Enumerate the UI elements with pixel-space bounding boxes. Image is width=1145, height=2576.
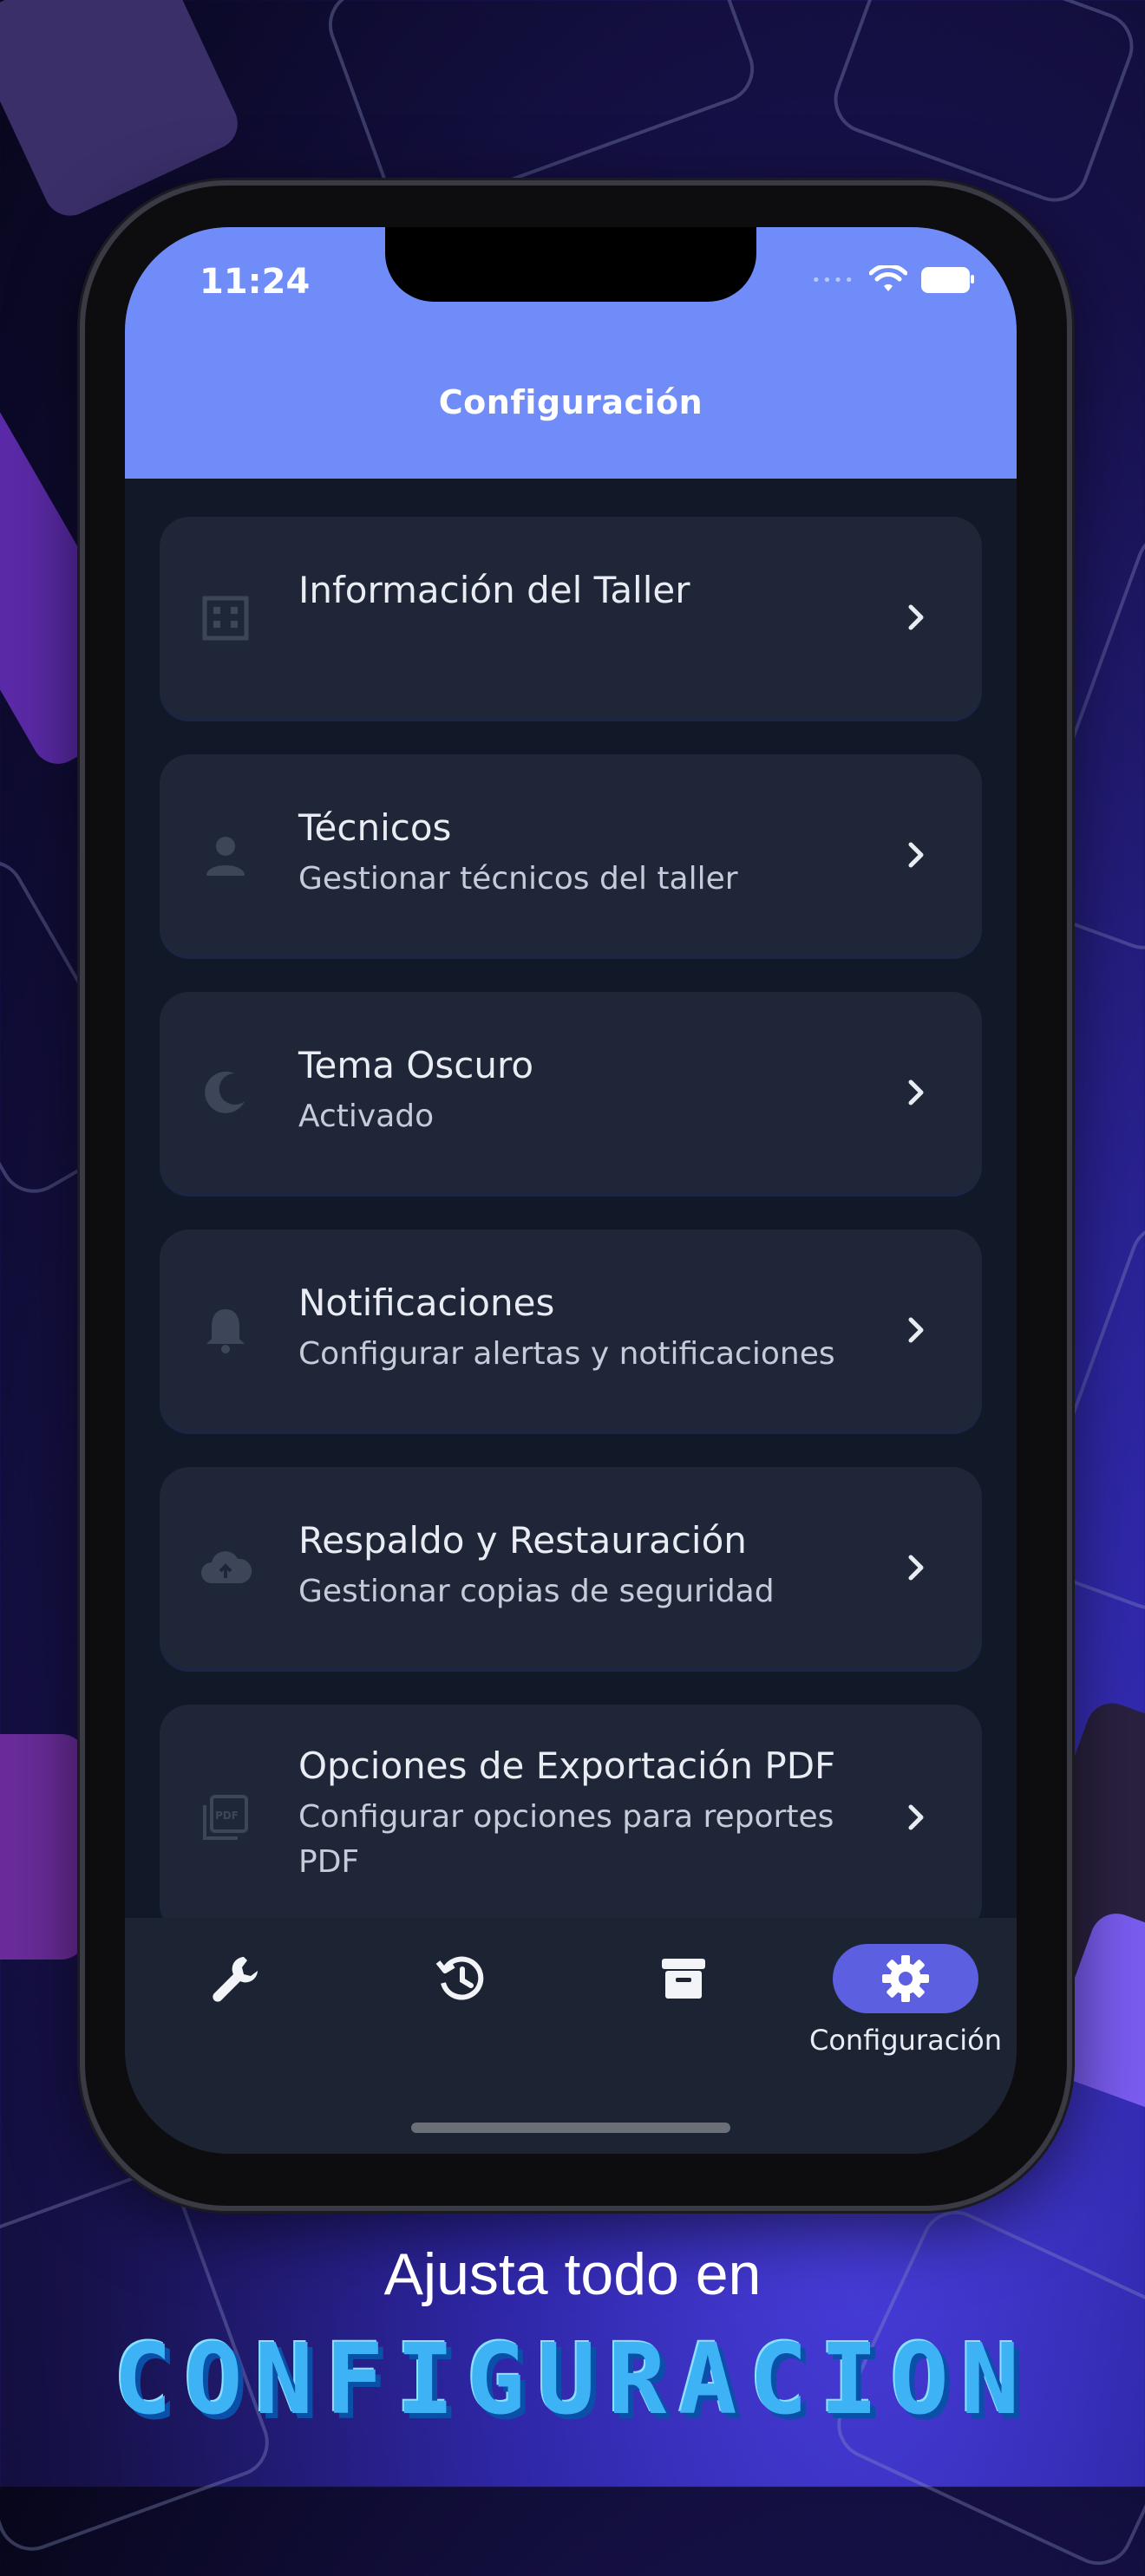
home-indicator[interactable]: [411, 2123, 730, 2133]
settings-item-label: Técnicos: [298, 806, 452, 849]
settings-item-subtitle: Configurar opciones para reportes PDF: [298, 1799, 834, 1880]
chevron-right-icon: [908, 1317, 924, 1343]
bell-icon: [198, 1302, 253, 1358]
status-time: 11:24: [200, 262, 311, 302]
battery-icon: [921, 267, 974, 293]
nav-selected-indicator: [833, 1944, 978, 2013]
settings-item-subtitle: Activado: [298, 1099, 435, 1134]
chevron-right-icon: [908, 604, 924, 630]
settings-item-notifications[interactable]: Notificaciones Configurar alertas y noti…: [160, 1229, 982, 1431]
phone-notch: [385, 227, 756, 302]
chevron-right-icon: [908, 1804, 924, 1830]
history-icon: [425, 1944, 494, 2013]
settings-item-label: Información del Taller: [298, 569, 690, 611]
bottom-navigation: Configuración: [125, 1918, 1017, 2154]
wrench-icon: [201, 1944, 271, 2013]
moon-icon: [198, 1065, 253, 1120]
promo-headline: CONFIGURACION: [113, 2324, 1032, 2436]
gear-icon: [882, 1955, 929, 2002]
settings-item-pdf-export[interactable]: PDF Opciones de Exportación PDF Configur…: [160, 1705, 982, 1930]
settings-item-label: Notificaciones: [298, 1281, 555, 1324]
app-screen: 11:24 •••• Configuración Información del…: [125, 227, 1017, 2154]
settings-item-dark-theme[interactable]: Tema Oscuro Activado: [160, 992, 982, 1193]
nav-item-repairs[interactable]: [149, 1944, 323, 2065]
page-title: Configuración: [438, 383, 703, 421]
promo-caption: Ajusta todo en: [383, 2241, 762, 2307]
chevron-right-icon: [908, 1555, 924, 1581]
cloud-backup-icon: [198, 1540, 253, 1595]
archive-icon: [649, 1944, 718, 2013]
svg-text:PDF: PDF: [215, 1810, 239, 1822]
settings-item-technicians[interactable]: Técnicos Gestionar técnicos del taller: [160, 754, 982, 955]
status-icons: ••••: [811, 265, 974, 295]
settings-item-subtitle: Configurar alertas y notificaciones: [298, 1336, 835, 1372]
settings-item-label: Opciones de Exportación PDF: [298, 1745, 836, 1787]
chevron-right-icon: [908, 1079, 924, 1105]
nav-label-settings: Configuración: [808, 2024, 1003, 2057]
nav-item-history[interactable]: [373, 1944, 546, 2065]
chevron-right-icon: [908, 842, 924, 868]
pdf-icon: PDF: [198, 1790, 253, 1845]
settings-item-backup-restore[interactable]: Respaldo y Restauración Gestionar copias…: [160, 1467, 982, 1668]
settings-item-workshop-info[interactable]: Información del Taller: [160, 517, 982, 718]
settings-item-subtitle: Gestionar técnicos del taller: [298, 861, 738, 897]
nav-item-archive[interactable]: [597, 1944, 770, 2065]
settings-item-label: Tema Oscuro: [298, 1044, 534, 1086]
building-icon: [198, 590, 253, 645]
settings-item-subtitle: Gestionar copias de seguridad: [298, 1574, 775, 1609]
person-icon: [198, 827, 253, 883]
background-doodle: [0, 1734, 87, 1960]
settings-item-label: Respaldo y Restauración: [298, 1519, 747, 1562]
wifi-icon: [869, 265, 907, 291]
signal-icon: ••••: [811, 271, 855, 290]
nav-item-settings[interactable]: Configuración: [809, 1944, 1002, 2065]
